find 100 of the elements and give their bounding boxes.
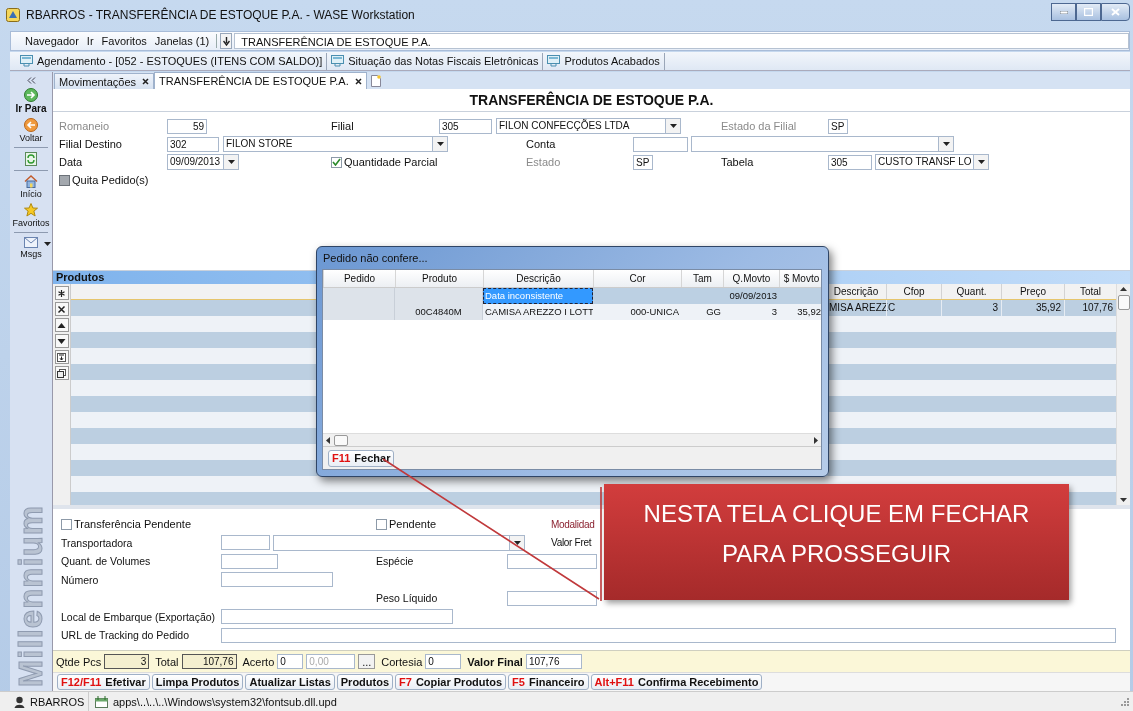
text-field[interactable] xyxy=(221,572,333,588)
field-label: Filial Destino xyxy=(59,138,122,150)
insert-button[interactable] xyxy=(54,350,69,364)
maximize-icon xyxy=(1084,8,1093,16)
text-field[interactable]: 0 xyxy=(425,654,462,669)
text-field[interactable]: 302 xyxy=(167,136,219,152)
table-row[interactable]: Data inconsistente 09/09/2013 xyxy=(323,288,821,304)
scroll-thumb[interactable] xyxy=(1117,295,1130,310)
text-field[interactable] xyxy=(507,553,597,569)
down-arrow-icon xyxy=(222,36,230,46)
file-path: apps\..\..\..\Windows\system32\fontsub.dll.upd xyxy=(113,695,337,708)
dropdown-field[interactable]: FILON STORE xyxy=(223,136,448,152)
text-field[interactable] xyxy=(507,590,597,606)
menu-item[interactable]: Favoritos xyxy=(97,35,151,47)
dialog-title: Pedido não confere... xyxy=(322,251,429,266)
refresh-icon xyxy=(25,152,37,166)
home-button[interactable]: Início xyxy=(11,173,51,201)
text-field[interactable] xyxy=(221,535,270,551)
table-cell-text: 35,92 xyxy=(796,305,822,319)
field-label: Filial xyxy=(331,120,354,132)
field-label: Estado da Filial xyxy=(721,120,797,132)
dropdown-field[interactable] xyxy=(691,136,954,152)
house-icon xyxy=(24,175,38,188)
shortcut-button[interactable]: Agendamento - [052 - ESTOQUES (ITENS COM SALDO)] xyxy=(16,52,328,70)
table-cell-text: CAMISA AREZZO I LOTT xyxy=(484,305,593,319)
column-header: Cor xyxy=(593,270,681,287)
up-arrow-icon xyxy=(1120,287,1127,291)
text-field[interactable]: 59 xyxy=(167,118,207,134)
field-label: Modalidad xyxy=(551,518,595,530)
caret-icon xyxy=(942,142,950,146)
text-field[interactable]: 305 xyxy=(828,154,872,170)
checkbox[interactable] xyxy=(376,518,387,530)
table-cell-text: 3 xyxy=(770,305,778,319)
dropdown-field[interactable]: CUSTO TRANSF LO xyxy=(875,154,989,170)
user-icon xyxy=(14,695,25,708)
vertical-scrollbar[interactable] xyxy=(1116,284,1130,505)
delete-row-button[interactable] xyxy=(54,302,69,316)
text-field[interactable]: 0 xyxy=(277,654,304,669)
new-row-button[interactable] xyxy=(54,286,69,300)
tab[interactable]: Movimentações xyxy=(54,73,155,89)
field-label: Estado xyxy=(526,156,561,168)
menu-item[interactable]: Janelas (1) xyxy=(150,35,214,47)
down-arrow-icon xyxy=(57,336,66,346)
action-button[interactable]: F7 Copiar Produtos xyxy=(395,674,507,690)
copy-button[interactable] xyxy=(54,366,69,380)
back-button[interactable]: Voltar xyxy=(11,116,51,145)
text-field[interactable]: 305 xyxy=(439,118,492,134)
table-cell: Data inconsistente xyxy=(483,288,593,304)
checkbox-label: Transferência Pendente xyxy=(74,518,191,531)
history-button[interactable] xyxy=(220,33,233,49)
horizontal-scrollbar[interactable] xyxy=(323,433,821,446)
more-button[interactable]: ... xyxy=(358,654,376,669)
action-button[interactable]: Limpa Produtos xyxy=(151,674,244,690)
action-button[interactable]: Produtos xyxy=(336,674,394,690)
shortcut-button[interactable]: Produtos Acabados xyxy=(543,52,665,70)
dropdown-field[interactable]: FILON CONFECÇÕES LTDA xyxy=(496,118,681,134)
insert-row-icon xyxy=(57,352,66,362)
action-button[interactable]: Alt+F11 Confirma Recebimento xyxy=(590,674,763,690)
field-label: Total xyxy=(155,655,179,668)
column-header: Pedido xyxy=(323,270,395,287)
close-button[interactable]: F11 Fechar xyxy=(328,449,395,467)
field-label: Romaneio xyxy=(59,120,110,132)
menu-item[interactable]: Navegador xyxy=(21,35,83,47)
text-field[interactable] xyxy=(633,136,688,152)
messages-button[interactable]: Msgs xyxy=(11,235,51,261)
action-button[interactable]: F12/F11 Efetivar xyxy=(57,674,150,690)
user-name: RBARROS xyxy=(30,695,85,708)
field-label: Qtde Pcs xyxy=(56,655,102,668)
dropdown-field[interactable] xyxy=(273,534,525,551)
close-icon xyxy=(142,78,150,85)
tab[interactable]: TRANSFERÊNCIA DE ESTOQUE P.A. xyxy=(154,72,367,89)
maximize-button[interactable] xyxy=(1076,3,1101,21)
minimize-button[interactable] xyxy=(1051,3,1076,21)
text-field[interactable] xyxy=(221,609,453,625)
text-field[interactable]: SP xyxy=(828,118,848,134)
action-button[interactable]: Atualizar Listas xyxy=(245,674,335,690)
text-field[interactable] xyxy=(221,553,278,569)
scroll-thumb[interactable] xyxy=(334,434,348,446)
go-to-button[interactable]: Ir Para xyxy=(11,86,51,116)
text-field[interactable]: SP xyxy=(633,154,653,170)
favorites-button[interactable]: Favoritos xyxy=(11,201,51,230)
text-field[interactable]: 107,76 xyxy=(525,654,582,669)
checkbox[interactable] xyxy=(331,156,342,168)
column-header: Produto xyxy=(395,270,483,287)
menu-item[interactable]: Ir xyxy=(82,35,98,47)
dropdown-field[interactable]: 09/09/2013 xyxy=(167,154,239,170)
action-button[interactable]: F5 Financeiro xyxy=(508,674,589,690)
checkbox[interactable] xyxy=(61,518,72,530)
move-up-button[interactable] xyxy=(54,318,69,332)
field-label: Peso Líquido xyxy=(376,592,438,605)
calendar-icon xyxy=(95,695,108,708)
close-button[interactable] xyxy=(1101,3,1130,21)
address-field[interactable]: TRANSFERÊNCIA DE ESTOQUE P.A. xyxy=(234,33,1129,49)
caret-icon xyxy=(436,142,444,146)
table-row[interactable]: 00C4840M CAMISA AREZZO I LOTT 000-UNICA GG 3 35,92 xyxy=(323,304,821,320)
text-field[interactable] xyxy=(221,627,1116,643)
copy-icon xyxy=(57,368,66,378)
checkbox-label: Quantidade Parcial xyxy=(344,156,438,168)
shortcut-button[interactable]: Situação das Notas Fiscais Eletrônicas xyxy=(327,52,544,70)
move-down-button[interactable] xyxy=(54,334,69,348)
